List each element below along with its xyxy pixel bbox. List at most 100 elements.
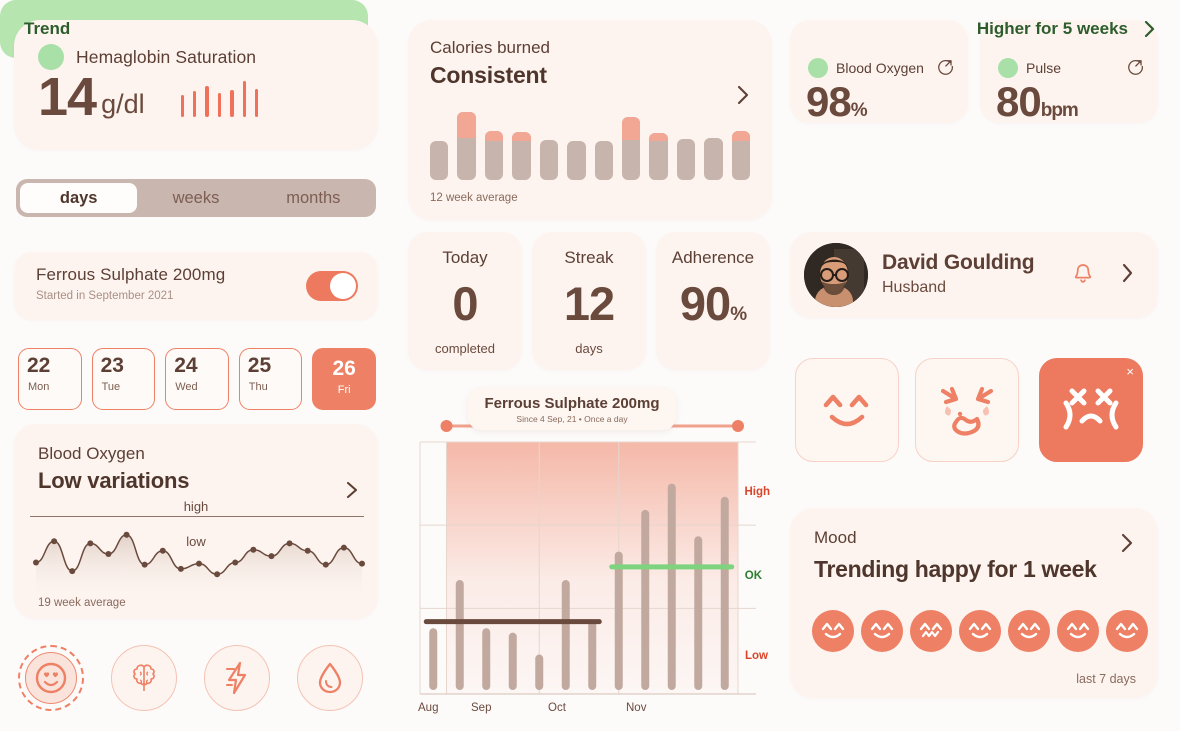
calories-bar-chart <box>430 112 751 180</box>
calories-bar <box>484 131 504 180</box>
date-dow: Fri <box>337 384 351 396</box>
calories-bar <box>594 140 613 180</box>
medication-card[interactable]: Ferrous Sulphate 200mg Started in Septem… <box>14 252 378 320</box>
chevron-right-icon[interactable] <box>734 82 752 108</box>
segment-days[interactable]: days <box>20 183 138 213</box>
stat-card-streak[interactable]: Streak 12 days <box>532 232 646 370</box>
bell-icon[interactable] <box>1072 262 1094 286</box>
date-pill-thu[interactable]: 25 Thu <box>238 348 303 410</box>
stat-title: Today <box>442 248 488 267</box>
medication-adherence-chart[interactable]: Ferrous Sulphate 200mg Since 4 Sep, 21 •… <box>408 382 772 722</box>
segment-weeks[interactable]: weeks <box>137 183 254 213</box>
mood-face-worried[interactable] <box>910 610 952 652</box>
vital-card-blood-oxygen[interactable]: Blood Oxygen 98% <box>790 20 968 125</box>
blood-oxygen-label: Blood Oxygen <box>38 444 145 463</box>
blood-drop-icon <box>297 645 363 711</box>
crying-face-button[interactable] <box>915 358 1019 462</box>
hemoglobin-tick <box>254 89 259 118</box>
close-icon[interactable]: × <box>1126 365 1134 378</box>
zone-label-ok: OK <box>744 570 762 582</box>
hemoglobin-card[interactable]: Hemaglobin Saturation 14 g/dl <box>14 20 378 150</box>
calories-bar-highlight <box>457 112 476 139</box>
date-pill-mon[interactable]: 22 Mon <box>18 348 82 410</box>
hemoglobin-title: Hemaglobin Saturation <box>76 46 257 67</box>
tooltip-title: Ferrous Sulphate 200mg <box>484 395 660 412</box>
blood-oxygen-high-label: high <box>183 499 209 514</box>
calories-bar-highlight <box>731 131 751 141</box>
stat-value: 0 <box>452 277 478 330</box>
mood-face-happy[interactable] <box>1057 610 1099 652</box>
date-number: 25 <box>247 354 272 377</box>
calories-bar-highlight <box>621 117 641 140</box>
date-dow: Wed <box>175 381 198 393</box>
profile-card[interactable]: David Goulding Husband <box>790 232 1158 318</box>
lightning-bolt-icon <box>204 645 270 711</box>
blood-oxygen-trend-card[interactable]: Blood Oxygen Low variations high low 19 … <box>14 424 378 619</box>
calories-bar-highlight <box>649 132 668 141</box>
hemoglobin-tick <box>242 81 246 118</box>
time-range-segmented-control[interactable]: days weeks months <box>16 179 376 217</box>
blood-oxygen-wave-chart <box>30 516 365 601</box>
stat-title: Adherence <box>671 248 755 267</box>
lightning-bolt-icon-button[interactable] <box>204 645 270 711</box>
date-dow: Thu <box>248 381 268 393</box>
green-status-dot <box>998 58 1018 78</box>
date-dow: Mon <box>28 381 50 393</box>
calories-bar <box>649 132 668 180</box>
calories-bar <box>704 138 723 180</box>
axis-tick-sep: Sep <box>471 702 492 714</box>
axis-tick-nov: Nov <box>626 702 647 714</box>
smiley-heart-eyes-icon-button[interactable] <box>18 645 84 711</box>
segment-months[interactable]: months <box>255 183 372 213</box>
mood-summary-card[interactable]: Mood Trending happy for 1 week last 7 da… <box>790 508 1158 698</box>
happy-face-button[interactable] <box>795 358 899 462</box>
brain-icon-button[interactable] <box>111 645 177 711</box>
mood-face-happy[interactable] <box>812 610 854 652</box>
mood-footer: last 7 days <box>1076 672 1136 686</box>
date-strip[interactable]: 22 Mon 23 Tue 24 Wed 25 Thu 26 Fri <box>18 348 376 410</box>
brain-icon <box>111 645 177 711</box>
toggle-knob <box>330 273 356 299</box>
crying-face-icon <box>940 386 994 436</box>
date-pill-wed[interactable]: 24 Wed <box>165 348 229 410</box>
chevron-right-icon[interactable] <box>1118 530 1136 556</box>
mood-headline: Trending happy for 1 week <box>814 556 1097 582</box>
mood-face-happy[interactable] <box>1008 610 1050 652</box>
calories-bar <box>430 140 449 180</box>
green-status-dot <box>808 58 828 78</box>
mood-face-happy[interactable] <box>861 610 903 652</box>
calories-bar-highlight <box>484 131 504 141</box>
refresh-external-icon[interactable] <box>937 58 954 80</box>
calories-burned-card[interactable]: Calories burned Consistent 12 week avera… <box>408 20 772 220</box>
tooltip-subtitle: Since 4 Sep, 21 • Once a day <box>516 414 628 424</box>
date-pill-tue[interactable]: 23 Tue <box>91 348 156 410</box>
stat-card-adherence[interactable]: Adherence 90% <box>656 232 770 370</box>
medication-toggle[interactable] <box>306 271 358 301</box>
calories-bar <box>621 117 641 180</box>
blood-drop-icon-button[interactable] <box>297 645 363 711</box>
refresh-external-icon[interactable] <box>1127 58 1144 80</box>
date-number: 23 <box>100 354 124 377</box>
mood-face-happy[interactable] <box>959 610 1001 652</box>
angry-face-button[interactable]: × <box>1039 358 1143 462</box>
calories-bar <box>512 132 531 180</box>
profile-relation: Husband <box>882 279 947 296</box>
date-pill-fri[interactable]: 26 Fri <box>312 348 376 410</box>
blood-oxygen-headline: Low variations <box>38 468 190 493</box>
profile-name: David Goulding <box>882 251 1035 274</box>
hemoglobin-tick <box>193 91 197 118</box>
category-icon-row[interactable] <box>18 645 363 711</box>
mood-face-happy[interactable] <box>1106 610 1148 652</box>
adherence-chart-svg <box>419 420 756 695</box>
calories-bar <box>731 131 751 180</box>
calories-bar <box>539 139 559 180</box>
chevron-right-icon[interactable] <box>1142 18 1158 40</box>
calories-bar-highlight <box>512 132 531 141</box>
stat-card-today[interactable]: Today 0 completed <box>408 232 522 370</box>
calories-bar <box>457 112 476 180</box>
hemoglobin-tick <box>205 86 209 118</box>
chevron-right-icon[interactable] <box>1119 260 1136 286</box>
smiley-heart-eyes-icon <box>25 652 77 704</box>
zone-label-high: High <box>744 486 770 498</box>
date-number: 24 <box>174 354 198 377</box>
